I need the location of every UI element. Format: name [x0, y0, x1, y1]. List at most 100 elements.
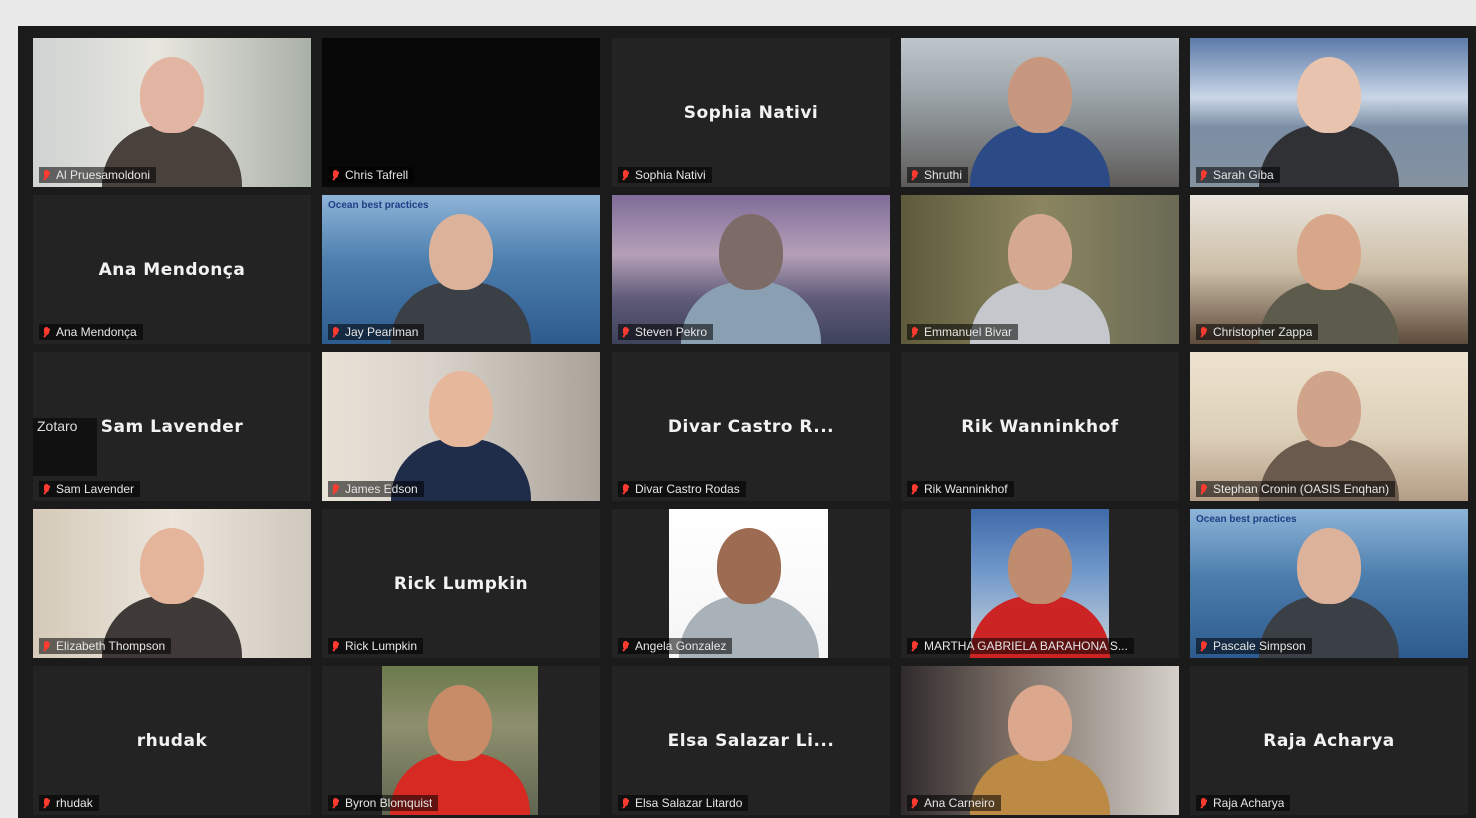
participant-display-name: Ana Mendonça [98, 259, 246, 280]
participant-name-label: Sophia Nativi [618, 167, 712, 183]
participant-tile[interactable]: Rik Wanninkhof Rik Wanninkhof [901, 352, 1179, 501]
participant-name-label: Elsa Salazar Litardo [618, 795, 749, 811]
participant-tile[interactable]: Ocean best practices Jay Pearlman [322, 195, 600, 344]
muted-mic-icon [1200, 483, 1207, 495]
participant-name: rhudak [56, 796, 93, 810]
participant-video [33, 509, 311, 658]
participant-tile[interactable]: Ana Carneiro [901, 666, 1179, 815]
participant-tile[interactable]: James Edson [322, 352, 600, 501]
muted-mic-icon [43, 483, 50, 495]
participant-video [1190, 352, 1468, 501]
participant-tile[interactable]: Byron Blomquist [322, 666, 600, 815]
participant-tile[interactable]: Christopher Zappa [1190, 195, 1468, 344]
muted-mic-icon [43, 640, 50, 652]
participant-name: Ana Mendonça [56, 325, 137, 339]
participant-tile[interactable]: Angela Gonzalez [612, 509, 890, 658]
muted-mic-icon [332, 169, 339, 181]
participant-name-label: Shruthi [907, 167, 969, 183]
participant-name: Shruthi [924, 168, 963, 182]
muted-mic-icon [43, 797, 50, 809]
participant-tile[interactable]: Sarah Giba [1190, 38, 1468, 187]
participant-tile[interactable]: Stephan Cronin (OASIS Enqhan) [1190, 352, 1468, 501]
muted-mic-icon [911, 483, 918, 495]
participant-video [1190, 38, 1468, 187]
participant-video [901, 195, 1179, 344]
participant-tile[interactable]: Rick Lumpkin Rick Lumpkin [322, 509, 600, 658]
muted-mic-icon [622, 169, 629, 181]
participant-name-label: Ana Mendonça [39, 324, 143, 340]
participant-tile[interactable]: Chris Tafrell [322, 38, 600, 187]
participant-name-label: Angela Gonzalez [618, 638, 733, 654]
participant-name: MARTHA GABRIELA BARAHONA S... [924, 639, 1128, 653]
participant-tile[interactable]: Sophia Nativi Sophia Nativi [612, 38, 890, 187]
participant-name-label: Divar Castro Rodas [618, 481, 746, 497]
participant-display-name: Rick Lumpkin [393, 573, 529, 594]
participant-display-name: Raja Acharya [1263, 730, 1395, 751]
muted-mic-icon [332, 483, 339, 495]
participant-name: Raja Acharya [1213, 796, 1285, 810]
participant-tile[interactable]: Al Pruesamoldoni [33, 38, 311, 187]
muted-mic-icon [43, 326, 50, 338]
participant-tile[interactable]: Raja Acharya Raja Acharya [1190, 666, 1468, 815]
participant-name-label: Chris Tafrell [328, 167, 415, 183]
participant-name: Sophia Nativi [635, 168, 706, 182]
participant-tile[interactable]: Emmanuel Bivar [901, 195, 1179, 344]
muted-mic-icon [332, 326, 339, 338]
muted-mic-icon [332, 797, 339, 809]
participant-name-label: rhudak [39, 795, 99, 811]
muted-mic-icon [622, 483, 629, 495]
participant-figure [970, 57, 1110, 187]
muted-mic-icon [43, 169, 50, 181]
participant-tile[interactable]: MARTHA GABRIELA BARAHONA S... [901, 509, 1179, 658]
participant-display-name: Rik Wanninkhof [961, 416, 1119, 437]
participant-name-label: Rick Lumpkin [328, 638, 424, 654]
participant-name-label: Al Pruesamoldoni [39, 167, 157, 183]
participant-name: Pascale Simpson [1213, 639, 1306, 653]
participant-video [669, 509, 828, 658]
participant-figure [1259, 57, 1399, 187]
participant-tile[interactable]: Ocean best practices Pascale Simpson [1190, 509, 1468, 658]
zotero-window-overlay: Zotaro [33, 418, 97, 476]
muted-mic-icon [911, 169, 918, 181]
participant-name: Sarah Giba [1213, 168, 1274, 182]
participant-video [322, 352, 600, 501]
participant-tile[interactable]: Sam Lavender Zotaro Sam Lavender [33, 352, 311, 501]
participant-display-name: Divar Castro R... [667, 416, 835, 437]
ocean-best-practices-logo: Ocean best practices [328, 200, 429, 211]
muted-mic-icon [911, 640, 918, 652]
participant-name-label: MARTHA GABRIELA BARAHONA S... [907, 638, 1134, 654]
participant-name-label: Elizabeth Thompson [39, 638, 172, 654]
participant-name-label: Pascale Simpson [1196, 638, 1312, 654]
participant-video [612, 195, 890, 344]
participant-name-label: Stephan Cronin (OASIS Enqhan) [1196, 481, 1396, 497]
participant-tile[interactable]: Ana Mendonça Ana Mendonça [33, 195, 311, 344]
participant-display-name: Sophia Nativi [683, 102, 819, 123]
muted-mic-icon [911, 797, 918, 809]
participant-name-label: Christopher Zappa [1196, 324, 1319, 340]
participant-tile[interactable]: Elsa Salazar Li... Elsa Salazar Litardo [612, 666, 890, 815]
participant-video [901, 666, 1179, 815]
participant-video: Ocean best practices [322, 195, 600, 344]
participant-name: Al Pruesamoldoni [56, 168, 151, 182]
participant-name-label: Sam Lavender [39, 481, 141, 497]
participant-tile[interactable]: Shruthi [901, 38, 1179, 187]
participant-tile[interactable]: Divar Castro R... Divar Castro Rodas [612, 352, 890, 501]
participant-name-label: Steven Pekro [618, 324, 714, 340]
participant-name: Elsa Salazar Litardo [635, 796, 743, 810]
participant-tile[interactable]: Steven Pekro [612, 195, 890, 344]
participant-tile[interactable]: Elizabeth Thompson [33, 509, 311, 658]
participant-display-name: Elsa Salazar Li... [667, 730, 835, 751]
muted-mic-icon [1200, 326, 1207, 338]
participant-name: Emmanuel Bivar [924, 325, 1013, 339]
participant-name-label: Sarah Giba [1196, 167, 1280, 183]
participant-name: Christopher Zappa [1213, 325, 1313, 339]
muted-mic-icon [1200, 640, 1207, 652]
participant-tile[interactable]: rhudak rhudak [33, 666, 311, 815]
participant-name-label: James Edson [328, 481, 424, 497]
participant-video [382, 666, 538, 815]
participant-name-label: Rik Wanninkhof [907, 481, 1014, 497]
participant-name: Byron Blomquist [345, 796, 433, 810]
participant-name: Stephan Cronin (OASIS Enqhan) [1213, 482, 1390, 496]
participant-name-label: Byron Blomquist [328, 795, 439, 811]
participant-name: Ana Carneiro [924, 796, 995, 810]
